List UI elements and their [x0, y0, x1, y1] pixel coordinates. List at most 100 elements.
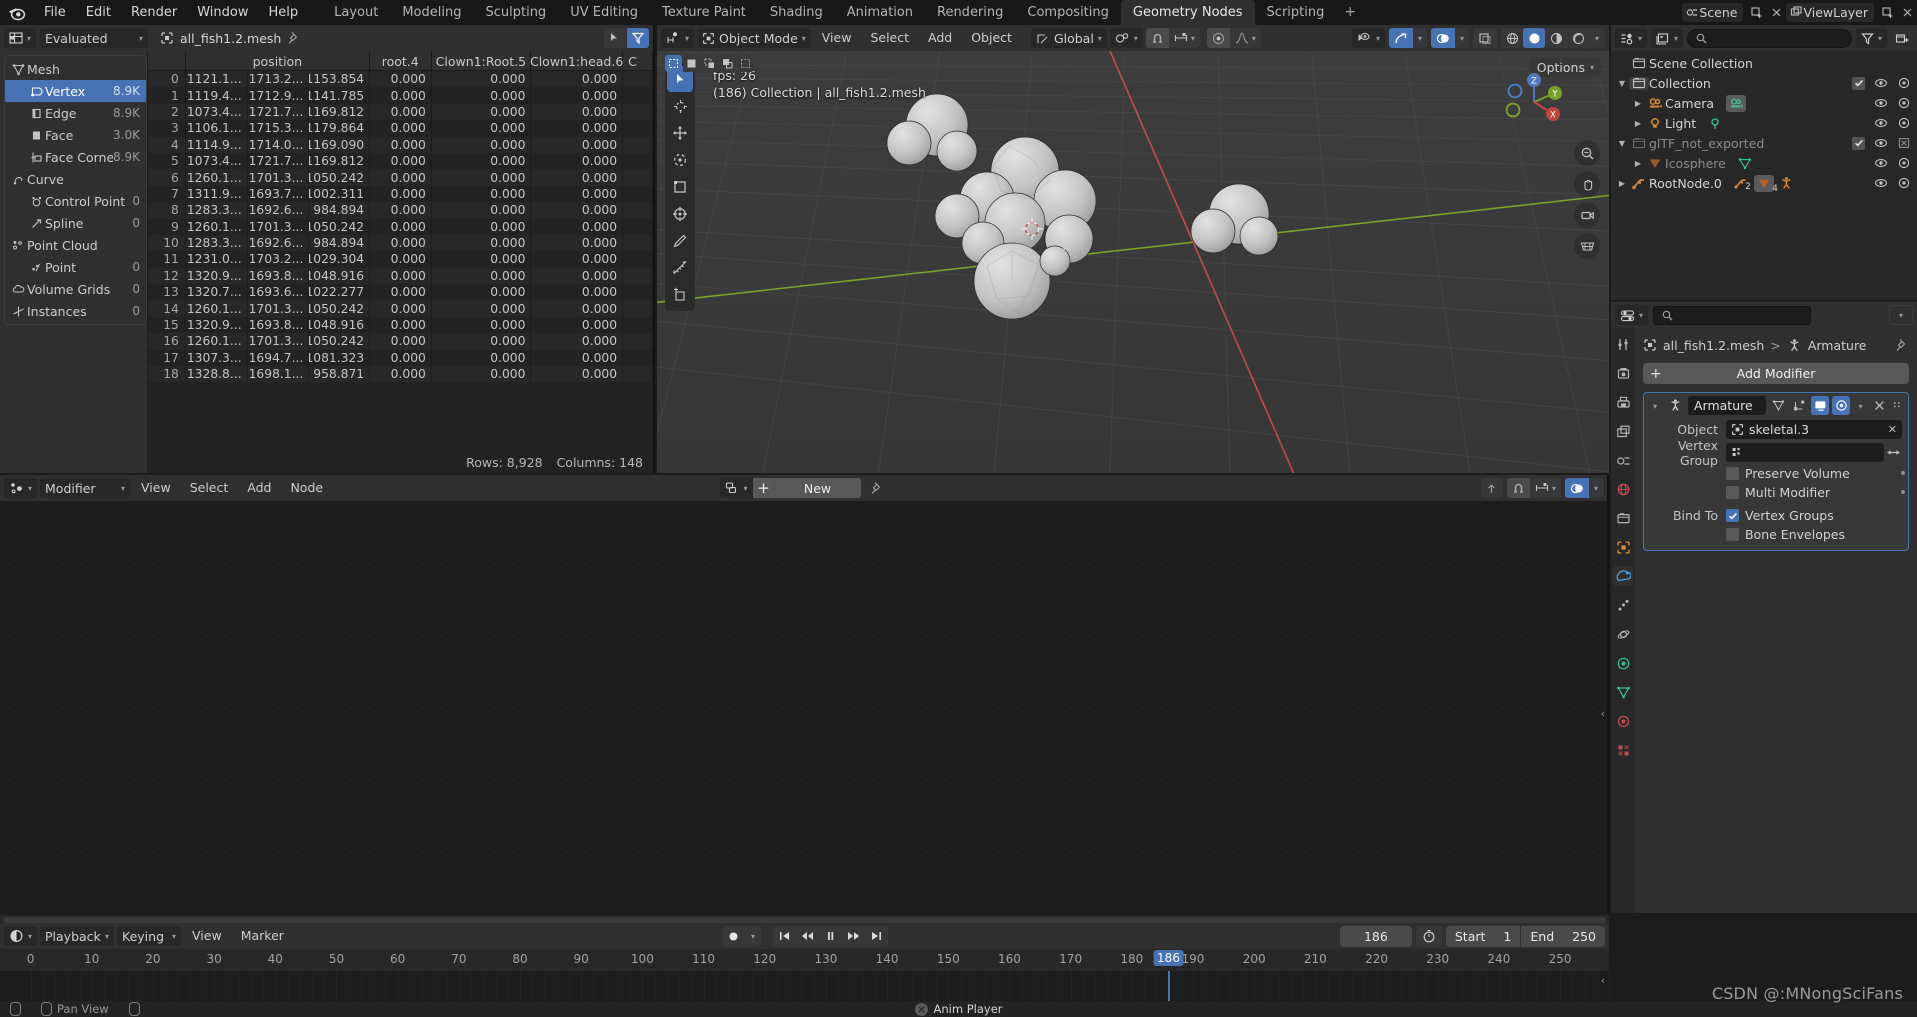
timeline-editor-icon[interactable]: ▾	[4, 926, 38, 946]
pin-icon[interactable]	[1895, 338, 1909, 352]
tab-scripting[interactable]: Scripting	[1255, 0, 1337, 25]
table-row[interactable]: 14 -1260.1... -1701.3... 1050.242 0.000 0.000…	[148, 300, 653, 317]
table-row[interactable]: 4 -1114.9... -1714.0... 1169.090 0.000 0.000 0…	[148, 136, 653, 153]
autokey-dropdown[interactable]: ▾	[746, 926, 761, 947]
browse-nodetree-icon[interactable]: ▾	[719, 478, 753, 498]
material-tab-icon[interactable]	[1613, 711, 1633, 731]
expand-triangle-icon[interactable]: ▼	[1615, 79, 1629, 88]
expand-triangle-icon[interactable]: ▶	[1631, 159, 1645, 168]
animate-property-dot[interactable]: •	[1898, 486, 1908, 500]
invert-arrows-icon[interactable]	[1884, 447, 1902, 458]
viewport-canvas[interactable]	[657, 51, 1609, 473]
play-reverse-pause-icon[interactable]	[819, 926, 842, 947]
bone-envelopes-checkbox[interactable]	[1726, 528, 1739, 541]
new-viewlayer-icon[interactable]	[1877, 3, 1897, 22]
tab-texture-paint[interactable]: Texture Paint	[650, 0, 758, 25]
object-value-field[interactable]: skeletal.3 ✕	[1726, 420, 1902, 439]
camera-data-icon[interactable]	[1726, 94, 1747, 112]
node-snap-icon[interactable]	[1506, 478, 1530, 498]
col-header-position[interactable]: position	[186, 51, 370, 71]
select-difference-icon[interactable]	[737, 55, 754, 72]
col-header-index[interactable]	[148, 51, 186, 71]
disable-render-camera-icon[interactable]	[1897, 117, 1911, 129]
wireframe-icon[interactable]	[1501, 28, 1523, 48]
chevron-down-icon[interactable]: ▾	[1648, 398, 1662, 413]
falloff-curve-dropdown[interactable]: ▾	[1230, 28, 1261, 48]
output-tab-icon[interactable]	[1613, 392, 1633, 412]
timeline-menu-marker[interactable]: Marker	[233, 926, 292, 946]
hide-viewport-eye-icon[interactable]	[1874, 157, 1888, 169]
blender-logo-icon[interactable]	[6, 4, 28, 22]
spreadsheet-editor-icon[interactable]: ▾	[4, 28, 37, 48]
viewport-3d[interactable]: ▾ Object Mode ▾ View Select Add Object G…	[657, 25, 1609, 473]
datasource-instances[interactable]: Instances 0	[5, 300, 146, 322]
on-cage-icon[interactable]	[1790, 396, 1808, 415]
geonodes-menu-add[interactable]: Add	[239, 478, 279, 498]
table-row[interactable]: 17 -1307.3... -1694.7... 1081.323 0.000 0.000…	[148, 349, 653, 367]
preserve-volume-checkbox[interactable]	[1726, 467, 1739, 480]
timeline-playhead-line[interactable]	[1167, 971, 1170, 1001]
playback-dropdown[interactable]: Playback ▾	[40, 926, 115, 946]
zoom-region-icon[interactable]	[1574, 140, 1600, 166]
tab-geometry-nodes[interactable]: Geometry Nodes	[1120, 0, 1255, 25]
outliner-row-scene-collection[interactable]: Scene Collection	[1611, 53, 1917, 73]
outliner-row-light[interactable]: ▶ Light	[1611, 113, 1917, 133]
transform-tool-icon[interactable]	[667, 201, 693, 227]
pivot-point-icon[interactable]: ▾	[1109, 28, 1143, 48]
mesh-child-icon[interactable]: 4	[1753, 174, 1778, 194]
geonodes-menu-node[interactable]: Node	[282, 478, 331, 498]
cursor-tool-icon[interactable]	[667, 93, 693, 119]
tab-layout[interactable]: Layout	[322, 0, 390, 25]
col-header-next[interactable]: C	[623, 51, 653, 71]
datasource-edge[interactable]: Edge 8.9K	[5, 102, 146, 124]
outliner-row-collection[interactable]: ▼ Collection	[1611, 73, 1917, 93]
hide-viewport-eye-icon[interactable]	[1874, 77, 1888, 89]
menu-edit[interactable]: Edit	[76, 0, 121, 25]
constraints-tab-icon[interactable]	[1613, 653, 1633, 673]
add-workspace-button[interactable]: +	[1336, 0, 1364, 25]
expand-triangle-icon[interactable]: ▶	[1631, 99, 1645, 108]
datasource-point[interactable]: Point 0	[5, 256, 146, 278]
new-nodetree-plus[interactable]: +	[752, 478, 775, 498]
table-row[interactable]: 11 -1231.0... -1703.2... 1029.304 0.000 0.000…	[148, 251, 653, 268]
light-data-icon[interactable]	[1708, 117, 1722, 130]
pan-view-icon[interactable]	[1574, 171, 1600, 197]
datasource-mesh[interactable]: Mesh	[5, 58, 146, 80]
toggle-ortho-icon[interactable]	[1574, 233, 1600, 259]
particles-tab-icon[interactable]	[1613, 595, 1633, 615]
table-row[interactable]: 6 -1260.1... -1701.3... 1050.242 0.000 0.000 0…	[148, 169, 653, 186]
annotate-tool-icon[interactable]	[667, 228, 693, 254]
outliner-row-rootnode[interactable]: ▶ RootNode.0 2 4	[1611, 173, 1917, 194]
physics-tab-icon[interactable]	[1613, 624, 1633, 644]
datasource-curve[interactable]: Curve	[5, 168, 146, 190]
object-tab-icon[interactable]	[1613, 537, 1633, 557]
xray-toggle-icon[interactable]	[1473, 28, 1497, 48]
table-row[interactable]: 16 -1260.1... -1701.3... 1050.242 0.000 0.000…	[148, 333, 653, 350]
geonodes-menu-select[interactable]: Select	[182, 478, 237, 498]
exclude-checkbox[interactable]	[1852, 76, 1865, 90]
hide-viewport-eye-icon[interactable]	[1874, 117, 1888, 129]
armature-child-icon[interactable]: 2	[1734, 177, 1751, 192]
datasource-point-cloud[interactable]: Point Cloud	[5, 234, 146, 256]
expand-triangle-icon[interactable]: ▶	[1631, 119, 1645, 128]
tab-rendering[interactable]: Rendering	[925, 0, 1015, 25]
new-nodetree-button[interactable]: New	[774, 478, 861, 498]
timeline-ruler[interactable]: 0 10 20 30 40 50 60 70 80 90 100 110 120 130 140 150 160…	[0, 949, 1609, 971]
add-cube-tool-icon[interactable]	[667, 282, 693, 308]
datasource-face-corner[interactable]: Face Corner 8.9K	[5, 146, 146, 168]
timeline-collapse-arrow-icon[interactable]: ‹	[1601, 974, 1605, 987]
collection-tab-icon[interactable]	[1613, 508, 1633, 528]
scene-selector[interactable]: Scene	[1682, 3, 1744, 22]
menu-render[interactable]: Render	[121, 0, 187, 25]
tab-shading[interactable]: Shading	[758, 0, 835, 25]
disable-render-camera-icon[interactable]	[1897, 137, 1911, 149]
end-frame-value[interactable]: 250	[1563, 929, 1605, 944]
datasource-control-point[interactable]: Control Point 0	[5, 190, 146, 212]
outliner-row-gltf-not-exported[interactable]: ▼ glTF_not_exported	[1611, 133, 1917, 153]
select-set-icon[interactable]	[665, 55, 682, 72]
tab-uv-editing[interactable]: UV Editing	[558, 0, 650, 25]
rendered-icon[interactable]	[1567, 28, 1589, 48]
jump-end-icon[interactable]	[865, 926, 888, 947]
world-tab-icon[interactable]	[1613, 479, 1633, 499]
current-frame-input[interactable]: 186	[1339, 925, 1412, 947]
